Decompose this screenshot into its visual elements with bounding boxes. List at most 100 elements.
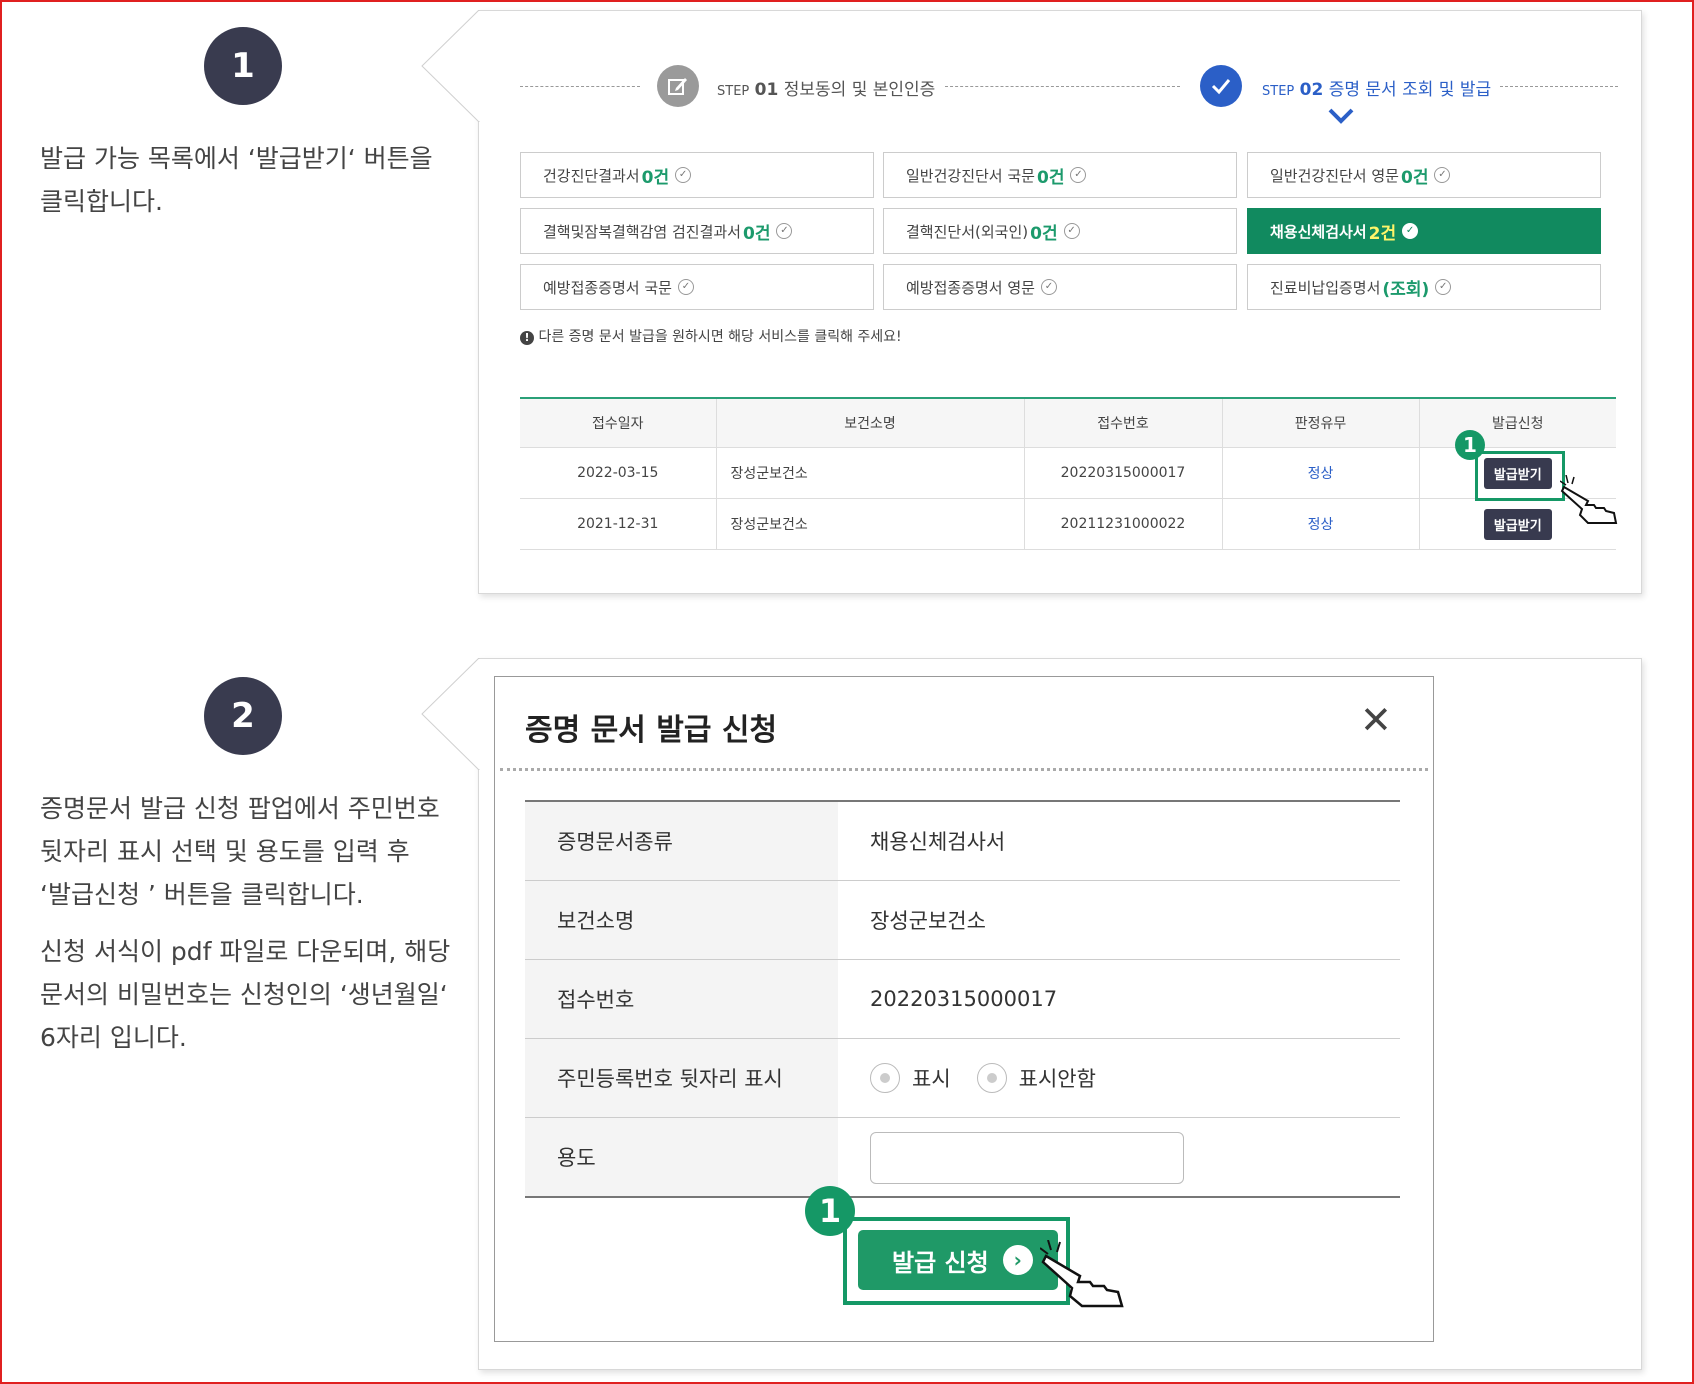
row-cert-type: 증명문서종류 채용신체검사서	[525, 802, 1400, 881]
cert-tab-label: 예방접종증명서 국문	[543, 278, 672, 297]
cert-tab-label: 결핵및잠복결핵감염 검진결과서	[543, 222, 741, 241]
row-purpose: 용도	[525, 1118, 1400, 1198]
cell-result: 정상	[1222, 498, 1420, 550]
arrow-right-icon: ›	[1002, 1245, 1033, 1275]
table-row: 2022-03-15 장성군보건소 20220315000017 정상 발급받기	[520, 447, 1616, 499]
cert-tab-label: 일반건강진단서 국문	[906, 166, 1035, 185]
cert-tab-label: 채용신체검사서	[1270, 222, 1367, 241]
cert-tab[interactable]: 예방접종증명서 영문 ✓	[883, 264, 1237, 310]
cert-tab-label: 진료비납입증명서	[1270, 278, 1381, 297]
cert-tab[interactable]: 일반건강진단서 영문 0건 ✓	[1247, 152, 1601, 198]
cert-tab[interactable]: 결핵및잠복결핵감염 검진결과서 0건 ✓	[520, 208, 874, 254]
row-value: 장성군보건소	[870, 909, 986, 933]
table-row: 2021-12-31 장성군보건소 20211231000022 정상 발급받기	[520, 498, 1616, 550]
check-icon	[1211, 79, 1231, 95]
notice: ! 다른 증명 문서 발급을 원하시면 해당 서비스를 클릭해 주세요!	[520, 326, 902, 346]
cert-tab-label: 결핵진단서(외국인)	[906, 222, 1029, 241]
row-value: 20220315000017	[870, 987, 1058, 1011]
step-2-badge: 2	[204, 677, 282, 755]
step01-icon	[657, 65, 699, 107]
step02-text: 증명 문서 조회 및 발급	[1328, 80, 1492, 100]
step02-icon	[1200, 65, 1242, 107]
check-circle-icon: ✓	[675, 167, 692, 183]
cert-tab[interactable]: 예방접종증명서 국문 ✓	[520, 264, 874, 310]
cell-number: 20211231000022	[1024, 498, 1223, 550]
step01-label: STEP 01 정보동의 및 본인인증	[717, 75, 935, 100]
step-2-text-line: 신청 서식이 pdf 파일로 다운되며, 해당	[40, 937, 451, 966]
cert-tab-count: 0건	[742, 223, 771, 244]
radio-hide-label: 표시안함	[1018, 1067, 1096, 1091]
cell-center: 장성군보건소	[716, 447, 1025, 499]
pointer-hand-icon	[1040, 1240, 1124, 1308]
radio-show[interactable]	[870, 1063, 900, 1093]
submit-label: 발급 신청	[892, 1248, 989, 1277]
cert-tab[interactable]: 결핵진단서(외국인) 0건 ✓	[883, 208, 1237, 254]
step01-prefix: STEP	[717, 84, 750, 99]
table-header-row: 접수일자 보건소명 접수번호 판정유무 발급신청	[520, 399, 1616, 448]
close-icon[interactable]: ✕	[1360, 698, 1392, 742]
cert-tab-label: 건강진단결과서	[543, 166, 640, 185]
marker-number: 1	[1455, 430, 1485, 460]
step-2-text-line: 증명문서 발급 신청 팝업에서 주민번호	[40, 794, 440, 823]
col-header-date: 접수일자	[520, 399, 717, 448]
row-receipt-number: 접수번호 20220315000017	[525, 960, 1400, 1039]
callout-pointer-1	[421, 10, 482, 122]
cert-tab-label: 예방접종증명서 영문	[906, 278, 1035, 297]
progress-dotline	[945, 86, 1180, 87]
info-icon: !	[520, 331, 534, 345]
cert-tab-count: 0건	[1030, 223, 1058, 244]
chevron-down-icon	[1328, 108, 1354, 124]
step01-text: 정보동의 및 본인인증	[783, 80, 936, 100]
check-circle-icon: ✓	[1402, 223, 1419, 239]
step02-prefix: STEP	[1262, 84, 1295, 99]
radio-hide[interactable]	[976, 1063, 1007, 1093]
rrn-options: 표시 표시안함	[870, 1039, 1096, 1117]
pencil-icon	[668, 78, 687, 95]
cert-tab-count: 0건	[641, 167, 670, 188]
step-2-text-line: ‘발급신청 ’ 버튼을 클릭합니다.	[40, 880, 364, 909]
check-circle-icon: ✓	[1040, 279, 1057, 295]
row-health-center: 보건소명 장성군보건소	[525, 881, 1400, 960]
cell-date: 2021-12-31	[520, 498, 717, 550]
step-2-instructions: 증명문서 발급 신청 팝업에서 주민번호 뒷자리 표시 선택 및 용도를 입력 …	[40, 787, 450, 1059]
check-circle-icon: ✓	[1063, 223, 1080, 239]
check-circle-icon: ✓	[1434, 167, 1451, 183]
notice-text: 다른 증명 문서 발급을 원하시면 해당 서비스를 클릭해 주세요!	[538, 329, 902, 345]
step01-num: 01	[754, 80, 779, 100]
cell-center: 장성군보건소	[716, 498, 1025, 550]
issue-button[interactable]: 발급받기	[1483, 508, 1552, 540]
row-label: 접수번호	[525, 960, 838, 1038]
cell-number: 20220315000017	[1024, 447, 1223, 499]
step02-num: 02	[1299, 80, 1324, 100]
cert-tab-count: (조회)	[1382, 279, 1430, 300]
cell-date: 2022-03-15	[520, 447, 717, 499]
result-table: 접수일자 보건소명 접수번호 판정유무 발급신청 2022-03-15 장성군보…	[520, 399, 1616, 550]
step-1-text-line: 클릭합니다.	[40, 187, 163, 216]
cert-tab[interactable]: 채용신체검사서 2건 ✓	[1247, 208, 1601, 254]
step02-label: STEP 02 증명 문서 조회 및 발급	[1262, 75, 1491, 100]
cert-tab[interactable]: 일반건강진단서 국문 0건 ✓	[883, 152, 1237, 198]
col-header-number: 접수번호	[1024, 399, 1223, 448]
step-1-text-line: 발급 가능 목록에서 ‘발급받기‘ 버튼을	[40, 144, 433, 173]
step-2-text-line: 뒷자리 표시 선택 및 용도를 입력 후	[40, 837, 410, 866]
col-header-issue: 발급신청	[1419, 399, 1616, 448]
cert-tab-count: 2건	[1368, 223, 1397, 244]
cert-tab[interactable]: 건강진단결과서 0건 ✓	[520, 152, 874, 198]
check-circle-icon: ✓	[677, 279, 694, 295]
cell-result: 정상	[1222, 447, 1420, 499]
modal-title-divider	[500, 768, 1428, 771]
step-2-text-line: 6자리 입니다.	[40, 1023, 187, 1052]
purpose-input[interactable]	[870, 1132, 1184, 1184]
cert-tab[interactable]: 진료비납입증명서 (조회) ✓	[1247, 264, 1601, 310]
radio-show-label: 표시	[912, 1067, 951, 1091]
submit-issue-button[interactable]: 발급 신청 ›	[858, 1230, 1058, 1290]
progress-dotline	[1500, 86, 1618, 87]
row-label: 보건소명	[525, 881, 838, 959]
highlight-box	[1475, 451, 1565, 501]
cert-tab-count: 0건	[1400, 167, 1429, 188]
cert-tab-count: 0건	[1036, 167, 1065, 188]
marker-number: 1	[805, 1186, 855, 1236]
check-circle-icon: ✓	[776, 223, 793, 239]
row-label: 증명문서종류	[525, 802, 838, 880]
step-2-text-line: 문서의 비밀번호는 신청인의 ‘생년월일‘	[40, 980, 448, 1009]
